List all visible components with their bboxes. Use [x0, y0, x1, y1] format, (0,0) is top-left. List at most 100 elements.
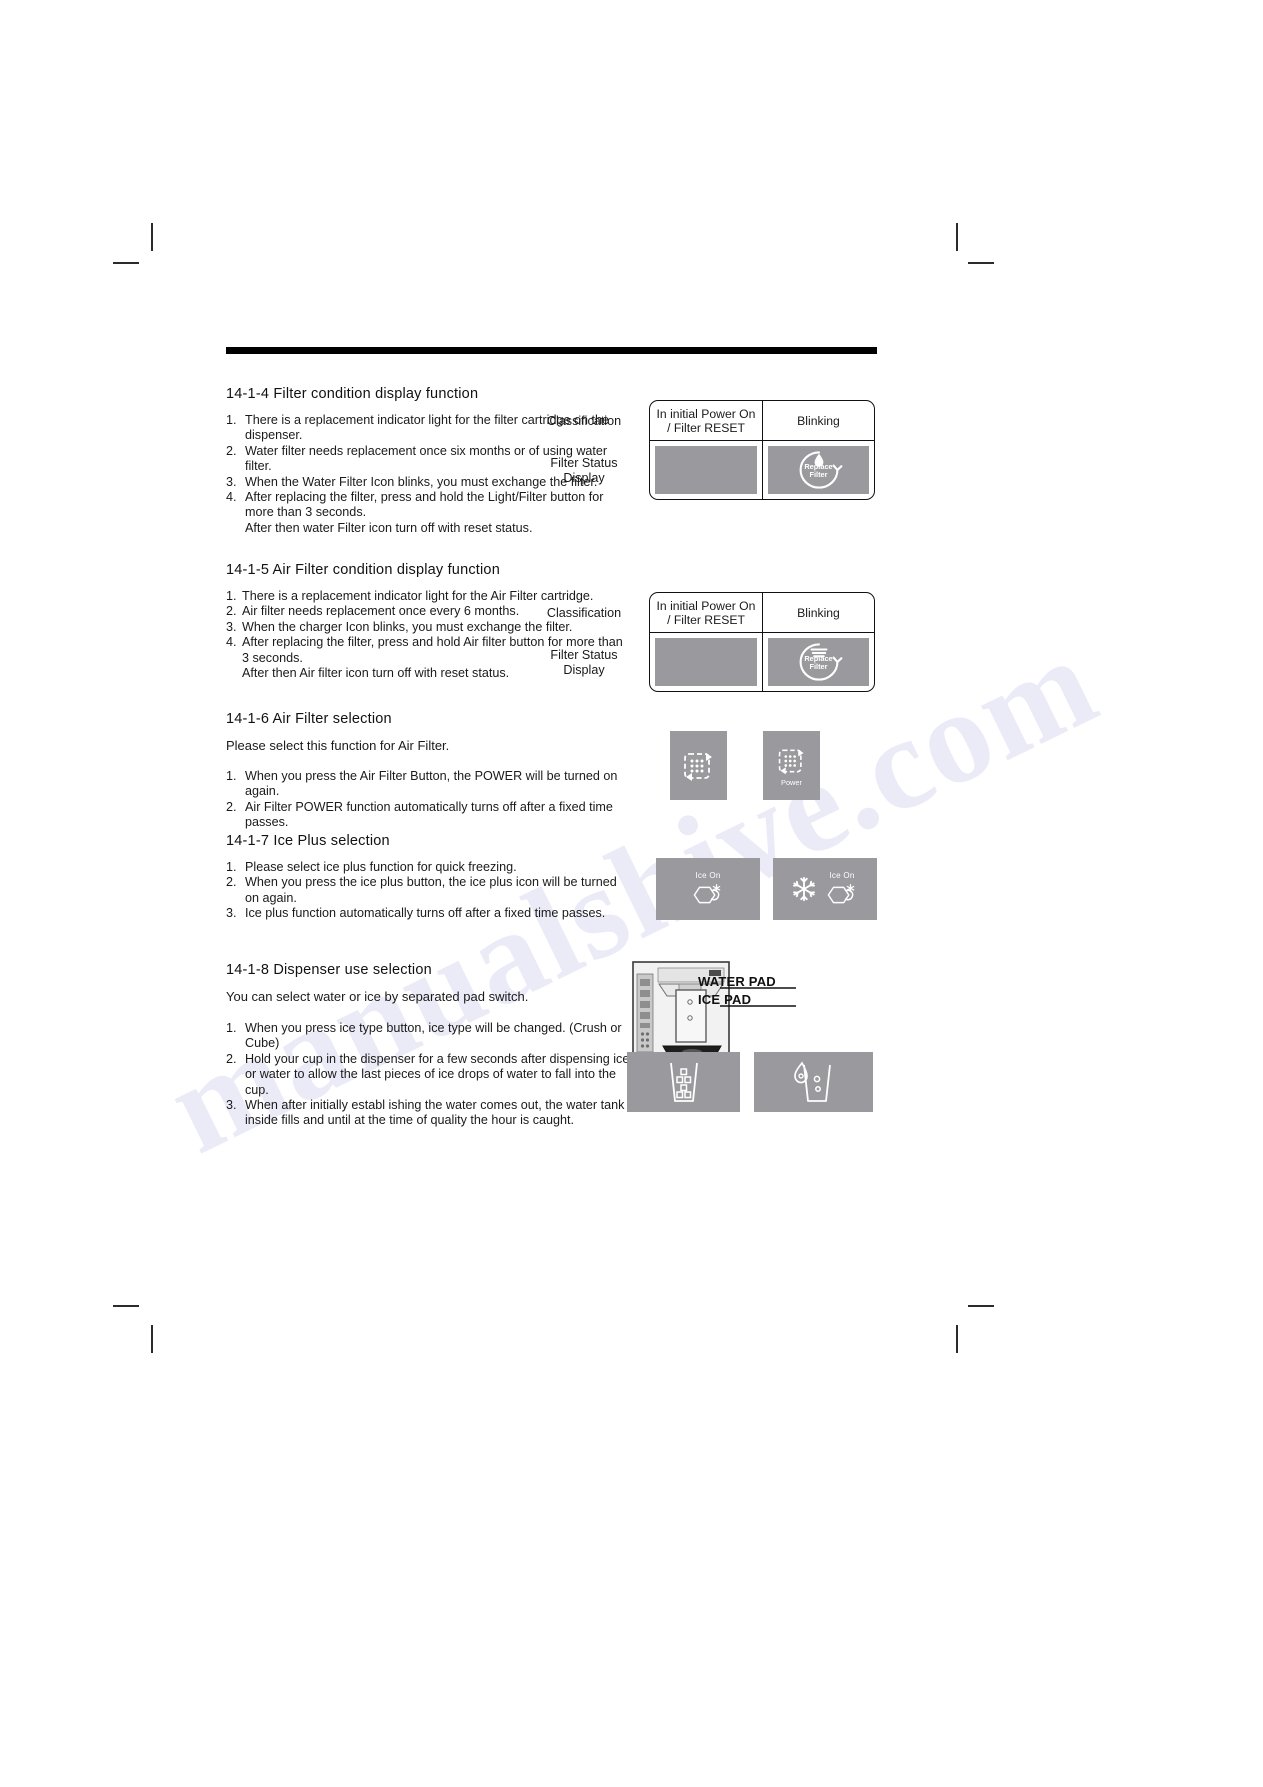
filter-status-table: Classification Filter Status Display In i…	[547, 400, 875, 500]
list-number: 3.	[226, 1098, 237, 1113]
callout-ice-pad: ICE PAD	[698, 992, 752, 1007]
replace-line2: Filter	[809, 469, 828, 479]
list-text: When you press the Air Filter Button, th…	[245, 769, 618, 799]
table-body-row: Replace Filter	[650, 632, 874, 691]
list-text: Air Filter POWER function automatically …	[245, 799, 613, 830]
cell-display-off	[650, 441, 762, 499]
panel-inner	[681, 748, 717, 784]
list-number: 3.	[226, 906, 237, 921]
replace-filter-label: Replace Filter	[797, 654, 841, 671]
snowflake-icon	[793, 876, 815, 902]
callout-water-pad: WATER PAD	[698, 974, 776, 989]
ice-plus-off-panel[interactable]: Ice On	[656, 858, 760, 920]
section-lead: Please select this function for Air Filt…	[226, 738, 450, 753]
manual-page: manualshive.com 14-1-4 Filter condition …	[0, 0, 1263, 1787]
replace-filter-water-icon: Replace Filter	[797, 448, 842, 492]
list-number: 1.	[226, 413, 237, 427]
section-14-1-7: 14-1-7 Ice Plus selection 1. Please selec…	[226, 833, 626, 922]
row-label-classification: Classification	[546, 605, 622, 620]
list-text: When you press the ice plus button, the …	[245, 875, 617, 905]
list-text: When after initially establ ishing the w…	[245, 1098, 625, 1128]
list-item: After then water Filter icon turn off wi…	[226, 521, 626, 536]
list-item: 1. Please select ice plus function for qu…	[226, 860, 626, 875]
list-number: 2.	[226, 799, 237, 814]
list-number: 2.	[226, 1051, 237, 1066]
ice-plus-on-panel[interactable]: Ice On	[773, 858, 877, 920]
list-number: 3.	[226, 619, 237, 634]
list-number: 1.	[226, 769, 237, 783]
list-text: Please select ice plus function for quic…	[245, 860, 517, 874]
section-14-1-6: 14-1-6 Air Filter selection Please selec…	[226, 711, 646, 831]
instruction-list: 1. Please select ice plus function for qu…	[226, 860, 626, 922]
list-item: 2. Hold your cup in the dispenser for a f…	[226, 1052, 631, 1098]
table-row-labels: Classification Filter Status Display	[529, 592, 649, 693]
crop-mark-bottom-right	[956, 1325, 958, 1353]
row-label-filter-status-display: Filter Status Display	[550, 648, 618, 677]
section-title: 14-1-7 Ice Plus selection	[226, 833, 390, 849]
list-text: Hold your cup in the dispenser for a few…	[245, 1051, 630, 1097]
crop-mark-bottom-left	[151, 1325, 153, 1353]
crop-mark-left-upper	[113, 262, 139, 264]
panel-caption-power: Power	[781, 777, 802, 787]
replace-filter-label: Replace Filter	[797, 462, 841, 479]
row-label-filter-status-display: Filter Status Display	[550, 456, 618, 485]
crop-mark-top-left	[151, 223, 153, 251]
panel-inner: Ice On	[791, 871, 859, 907]
cup-with-water-drops-icon	[793, 1061, 831, 1102]
list-item: 2. When you press the ice plus button, th…	[226, 875, 626, 906]
list-item: 2. Air Filter POWER function automaticall…	[226, 800, 646, 831]
blank-gray-swatch	[655, 638, 757, 686]
table-box: In initial Power On / Filter RESET Blinki…	[649, 400, 875, 500]
list-number: 3.	[226, 474, 237, 489]
col-header-initial-power-on: In initial Power On / Filter RESET	[656, 406, 756, 435]
section-14-1-8: 14-1-8 Dispenser use selection You can s…	[226, 962, 631, 1129]
replace-line2: Filter	[809, 661, 828, 671]
list-item: 1. When you press the Air Filter Button, …	[226, 769, 646, 800]
panel-caption-ice-on: Ice On	[695, 871, 721, 880]
panel-inner: Ice On	[691, 871, 725, 907]
list-text: Ice plus function automatically turns of…	[245, 906, 606, 921]
list-item: 3. When after initially establ ishing the…	[226, 1098, 631, 1129]
list-number: 1.	[226, 860, 237, 874]
list-item: 3. Ice plus function automatically turns …	[226, 906, 626, 921]
table-body-row: Replace Filter	[650, 440, 874, 499]
table-box: In initial Power On / Filter RESET Blinki…	[649, 592, 875, 692]
crop-mark-left-lower	[113, 1305, 139, 1307]
cell-display-blinking: Replace Filter	[762, 441, 874, 499]
table-row-labels: Classification Filter Status Display	[529, 400, 649, 501]
panel-caption-ice-on: Ice On	[829, 871, 855, 880]
cell-display-off	[650, 633, 762, 691]
ice-cube-snowflake-icon	[693, 884, 721, 904]
instruction-list: 1. When you press the Air Filter Button, …	[226, 769, 646, 831]
list-number: 1.	[226, 589, 237, 603]
list-item: 1. When you press ice type button, ice ty…	[226, 1021, 631, 1052]
cube-ice-pad-panel[interactable]	[627, 1052, 740, 1112]
air-filter-icon	[683, 752, 712, 781]
section-title: 14-1-6 Air Filter selection	[226, 711, 392, 727]
section-lead: You can select water or ice by separated…	[226, 989, 529, 1004]
panel-inner: Power	[776, 745, 808, 787]
air-filter-button-panel[interactable]	[670, 731, 727, 800]
cup-with-ice-cubes-icon	[669, 1062, 698, 1102]
section-title: 14-1-5 Air Filter condition display func…	[226, 562, 500, 578]
water-pad-panel[interactable]	[754, 1052, 873, 1112]
crop-mark-right-lower	[968, 1305, 994, 1307]
crop-mark-right-upper	[968, 262, 994, 264]
cell-display-blinking: Replace Filter	[762, 633, 874, 691]
instruction-list: 1. When you press ice type button, ice ty…	[226, 1021, 631, 1129]
list-number: 1.	[226, 1021, 237, 1035]
list-number: 2.	[226, 875, 237, 890]
crop-mark-top-right	[956, 223, 958, 251]
replace-filter-air-icon: Replace Filter	[797, 640, 842, 684]
row-label-classification: Classification	[546, 413, 622, 428]
col-header-blinking: Blinking	[762, 593, 874, 632]
section-title: 14-1-8 Dispenser use selection	[226, 962, 432, 978]
table-header-row: In initial Power On / Filter RESET Blinki…	[650, 401, 874, 440]
list-text: When you press ice type button, ice type…	[245, 1021, 622, 1051]
list-number: 4.	[226, 490, 237, 505]
list-number: 2.	[226, 604, 237, 619]
col-header-initial-power-on: In initial Power On / Filter RESET	[656, 598, 756, 627]
air-filter-power-button-panel[interactable]: Power	[763, 731, 820, 800]
table-header-row: In initial Power On / Filter RESET Blinki…	[650, 593, 874, 632]
list-text: After then water Filter icon turn off wi…	[245, 520, 533, 535]
